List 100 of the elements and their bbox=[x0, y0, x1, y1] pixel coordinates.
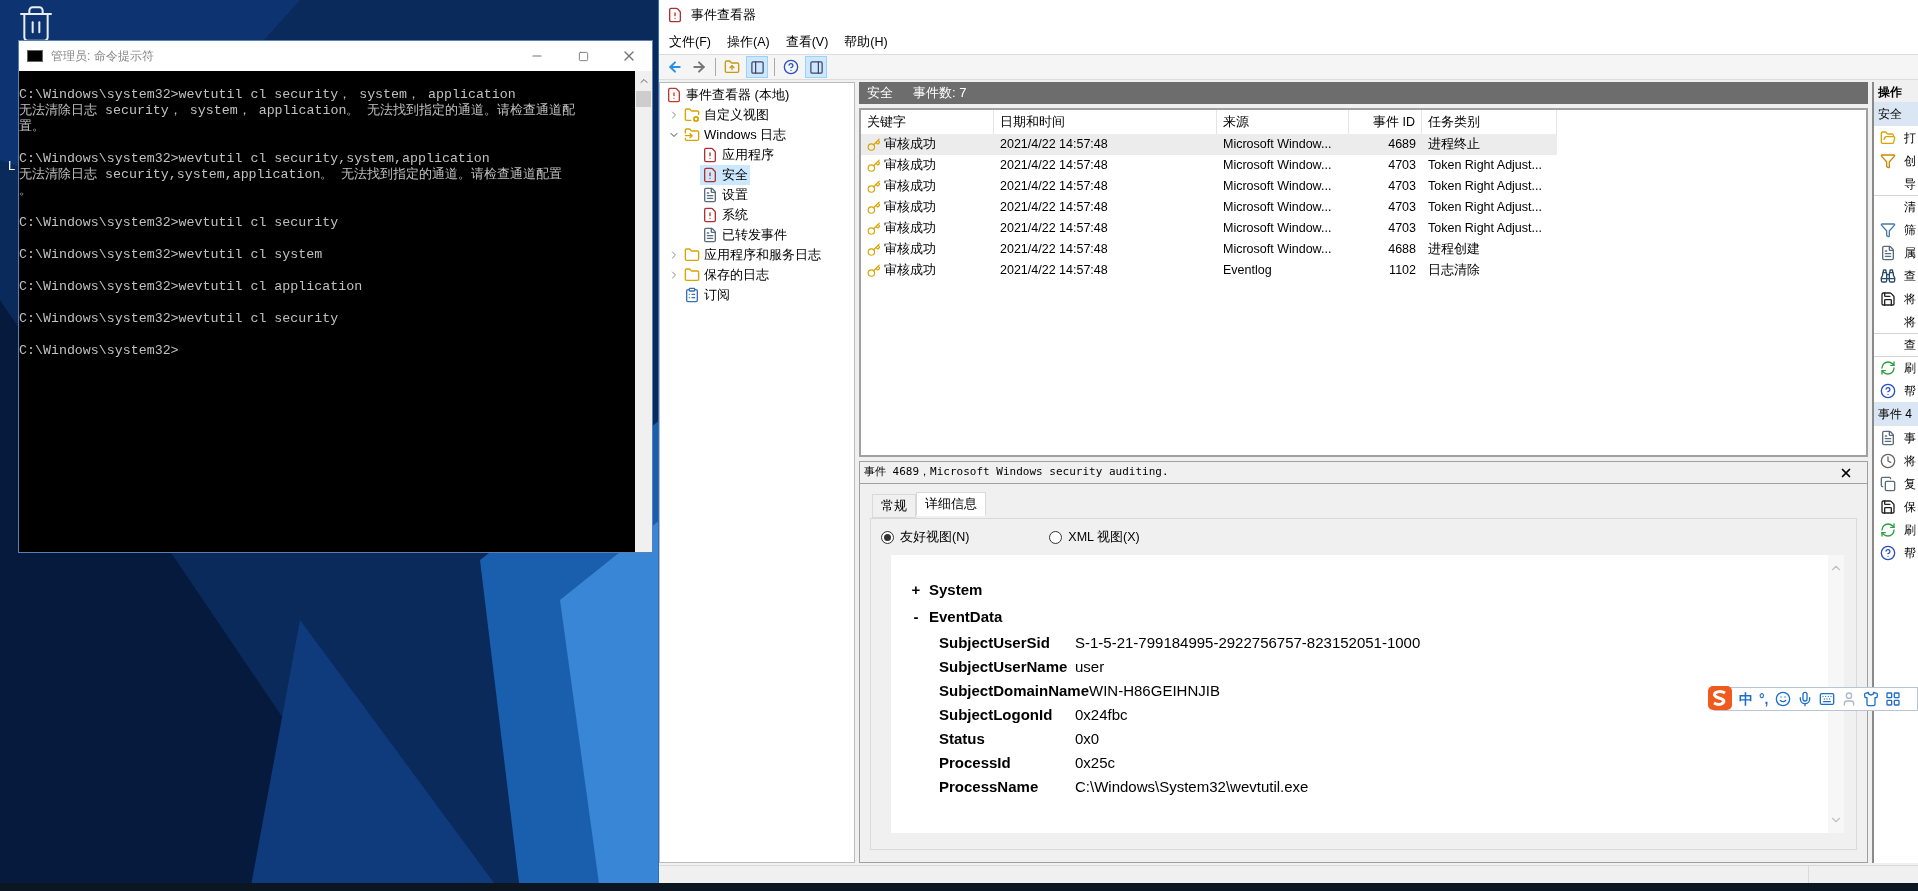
actions-group-header[interactable]: 安全 bbox=[1874, 102, 1918, 126]
action-item[interactable]: 事 bbox=[1874, 426, 1918, 449]
tab[interactable]: 常规 bbox=[872, 494, 916, 518]
tree-item[interactable]: 保存的日志 bbox=[682, 265, 771, 285]
log-alert-icon bbox=[702, 207, 718, 223]
action-item[interactable]: 导 bbox=[1874, 172, 1918, 195]
action-item[interactable]: 刷 bbox=[1874, 518, 1918, 541]
action-item[interactable]: 保 bbox=[1874, 495, 1918, 518]
tree-item[interactable]: 安全 bbox=[700, 165, 750, 185]
grid-icon[interactable] bbox=[1884, 691, 1901, 707]
input-mode-button[interactable]: 中 bbox=[1739, 688, 1753, 710]
view-radio[interactable]: XML 视图(X) bbox=[1049, 527, 1140, 547]
tree-item[interactable]: 事件查看器 (本地) bbox=[664, 85, 792, 105]
field-name: ProcessName bbox=[939, 776, 1040, 797]
event-row[interactable]: 审核成功 2021/4/22 14:57:48 Microsoft Window... 4689 进程终止 bbox=[861, 134, 1557, 155]
folder-icon bbox=[684, 247, 700, 263]
action-item[interactable]: 查 bbox=[1874, 264, 1918, 287]
console-line: C:\Windows\system32>wevtutil cl system bbox=[19, 247, 323, 263]
tree-item[interactable]: 应用程序 bbox=[700, 145, 776, 165]
key-icon bbox=[867, 263, 881, 278]
view-radio[interactable]: 友好视图(N) bbox=[881, 527, 970, 547]
desktop-icon-label: L bbox=[8, 157, 16, 175]
action-item[interactable]: 清 bbox=[1874, 195, 1918, 218]
table-cell-text: 4703 bbox=[1387, 178, 1417, 196]
action-item[interactable]: 帮 bbox=[1874, 379, 1918, 402]
folder-up-icon bbox=[724, 59, 740, 75]
help-icon bbox=[783, 59, 799, 75]
event-row[interactable]: 审核成功 2021/4/22 14:57:48 Microsoft Window... 4703 Token Right Adjust... bbox=[861, 176, 1557, 197]
properties-icon bbox=[1880, 430, 1896, 446]
action-item[interactable]: 复 bbox=[1874, 472, 1918, 495]
table-cell-text: 2021/4/22 14:57:48 bbox=[999, 136, 1109, 154]
punctuation-button[interactable]: °, bbox=[1759, 688, 1769, 710]
field-name: SubjectLogonId bbox=[939, 704, 1054, 725]
tree-item[interactable]: 设置 bbox=[700, 185, 750, 205]
action-item[interactable]: 刷 bbox=[1874, 356, 1918, 379]
menu-item[interactable]: 查看(V) bbox=[779, 32, 835, 52]
key-icon bbox=[867, 200, 881, 215]
log-alert-icon bbox=[702, 147, 718, 163]
console-line: 无法清除日志 security， system， application。 无法找到指定的通道。请检查通道配 bbox=[19, 103, 576, 119]
table-cell-text: Microsoft Window... bbox=[1222, 157, 1333, 175]
console-line: C:\Windows\system32>wevtutil cl security bbox=[19, 215, 339, 231]
tree-item[interactable]: 已转发事件 bbox=[700, 225, 789, 245]
field-value: 0x0 bbox=[1075, 728, 1100, 749]
action-item[interactable]: 打 bbox=[1874, 126, 1918, 149]
shirt-icon[interactable] bbox=[1862, 691, 1879, 707]
console-line: C:\Windows\system32>wevtutil cl security,system,application bbox=[19, 151, 490, 167]
table-cell-text: 2021/4/22 14:57:48 bbox=[999, 262, 1109, 280]
window-title: 事件查看器 bbox=[691, 6, 756, 25]
refresh-icon bbox=[1880, 360, 1896, 376]
keyboard-icon[interactable] bbox=[1818, 691, 1835, 707]
emoji-icon[interactable] bbox=[1774, 691, 1791, 707]
subscription-icon bbox=[684, 287, 700, 303]
section-toggle[interactable]: + bbox=[903, 579, 929, 602]
scrollbar-thumb[interactable] bbox=[636, 91, 651, 107]
action-item[interactable]: 将 bbox=[1874, 287, 1918, 310]
help-icon bbox=[1880, 545, 1896, 561]
actions-group-header[interactable]: 事件 4 bbox=[1874, 402, 1918, 426]
event-row[interactable]: 审核成功 2021/4/22 14:57:48 Microsoft Window... 4688 进程创建 bbox=[861, 239, 1557, 260]
table-cell-text: Microsoft Window... bbox=[1222, 136, 1333, 154]
table-cell: 审核成功 bbox=[861, 198, 994, 217]
ime-logo-icon[interactable] bbox=[1707, 685, 1733, 711]
help-icon bbox=[1880, 383, 1896, 399]
action-item[interactable]: 帮 bbox=[1874, 541, 1918, 564]
table-cell-text: 4703 bbox=[1387, 199, 1417, 217]
tree-item[interactable]: Windows 日志 bbox=[682, 125, 789, 145]
event-row[interactable]: 审核成功 2021/4/22 14:57:48 Microsoft Window... 4703 Token Right Adjust... bbox=[861, 155, 1557, 176]
section-toggle[interactable]: - bbox=[903, 606, 929, 629]
menu-item[interactable]: 文件(F) bbox=[663, 32, 717, 52]
scrollbar[interactable] bbox=[1828, 555, 1844, 833]
tree-item[interactable]: 系统 bbox=[700, 205, 750, 225]
menu-item[interactable]: 操作(A) bbox=[720, 32, 776, 52]
menu-item[interactable]: 帮助(H) bbox=[838, 32, 894, 52]
log-icon bbox=[702, 227, 718, 243]
action-item[interactable]: 筛 bbox=[1874, 218, 1918, 241]
event-count: 事件数: 7 bbox=[913, 84, 967, 103]
action-item[interactable]: 属 bbox=[1874, 241, 1918, 264]
console-line: 无法清除日志 security,system,application。 无法找到指定的通道。请检查通道配置 bbox=[19, 167, 563, 183]
tree-item[interactable]: 自定义视图 bbox=[682, 105, 771, 125]
tab[interactable]: 详细信息 bbox=[916, 492, 986, 516]
action-pane-toggle-button[interactable] bbox=[805, 56, 827, 78]
log-name: 安全 bbox=[867, 84, 893, 103]
event-row[interactable]: 审核成功 2021/4/22 14:57:48 Microsoft Window... 4703 Token Right Adjust... bbox=[861, 197, 1557, 218]
tree-item[interactable]: 订阅 bbox=[682, 285, 732, 305]
action-item[interactable]: 将 bbox=[1874, 449, 1918, 472]
tree-toggle-button[interactable] bbox=[746, 56, 768, 78]
scrollbar[interactable] bbox=[635, 71, 652, 552]
log-icon bbox=[702, 187, 718, 203]
tree-item[interactable]: 应用程序和服务日志 bbox=[682, 245, 823, 265]
help-button[interactable] bbox=[781, 57, 801, 77]
action-item[interactable]: 创 bbox=[1874, 149, 1918, 172]
console-line: C:\Windows\system32>wevtutil cl application bbox=[19, 279, 363, 295]
event-row[interactable]: 审核成功 2021/4/22 14:57:48 Eventlog 1102 日志清除 bbox=[861, 260, 1557, 281]
console-line: C:\Windows\system32> bbox=[19, 343, 179, 359]
table-cell: 审核成功 bbox=[861, 156, 994, 175]
event-row[interactable]: 审核成功 2021/4/22 14:57:48 Microsoft Window... 4703 Token Right Adjust... bbox=[861, 218, 1557, 239]
table-cell: 审核成功 bbox=[861, 177, 994, 196]
table-cell-text: Microsoft Window... bbox=[1222, 178, 1333, 196]
folder-open-icon bbox=[1880, 130, 1896, 146]
action-item[interactable]: 将 bbox=[1874, 310, 1918, 333]
action-item[interactable]: 查 bbox=[1874, 333, 1918, 356]
